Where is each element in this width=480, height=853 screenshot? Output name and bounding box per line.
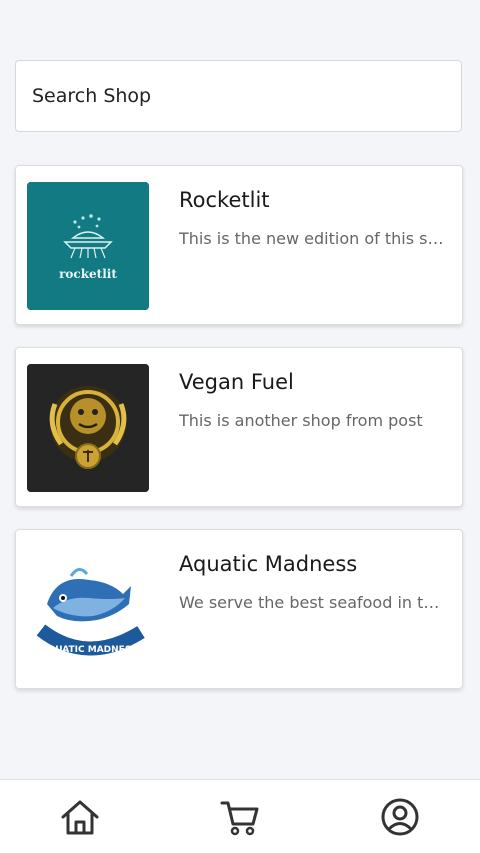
shop-card-aquatic-madness[interactable]: AQUATIC MADNESS Aquatic Madness We serve…: [15, 529, 463, 689]
vegan-fuel-logo-icon: [27, 364, 149, 492]
search-placeholder: Search Shop: [32, 85, 152, 107]
nav-account-button[interactable]: [370, 787, 430, 847]
shop-logo: [27, 364, 149, 492]
rocketlit-logo-icon: rocketlit: [27, 182, 149, 310]
shop-description: This is another shop from post: [179, 411, 423, 430]
nav-cart-button[interactable]: [210, 787, 270, 847]
search-input[interactable]: Search Shop: [15, 60, 462, 132]
svg-text:AQUATIC MADNESS: AQUATIC MADNESS: [41, 645, 138, 655]
cart-icon: [220, 801, 259, 835]
shop-name: Aquatic Madness: [179, 552, 358, 576]
shop-logo: AQUATIC MADNESS: [27, 546, 149, 674]
shop-description: We serve the best seafood in town: [179, 593, 449, 612]
account-icon: [381, 798, 419, 835]
bottom-navigation: [0, 779, 480, 853]
nav-home-button[interactable]: [50, 787, 110, 847]
shop-description: This is the new edition of this shop: [179, 229, 449, 248]
aquatic-madness-logo-icon: AQUATIC MADNESS: [27, 546, 149, 674]
shop-name: Vegan Fuel: [179, 370, 294, 394]
home-icon: [61, 800, 99, 834]
shop-card-vegan-fuel[interactable]: Vegan Fuel This is another shop from pos…: [15, 347, 463, 507]
shop-logo: rocketlit: [27, 182, 149, 310]
svg-text:rocketlit: rocketlit: [59, 267, 117, 281]
shop-card-rocketlit[interactable]: rocketlit Rocketlit This is the new edit…: [15, 165, 463, 325]
shop-name: Rocketlit: [179, 188, 270, 212]
